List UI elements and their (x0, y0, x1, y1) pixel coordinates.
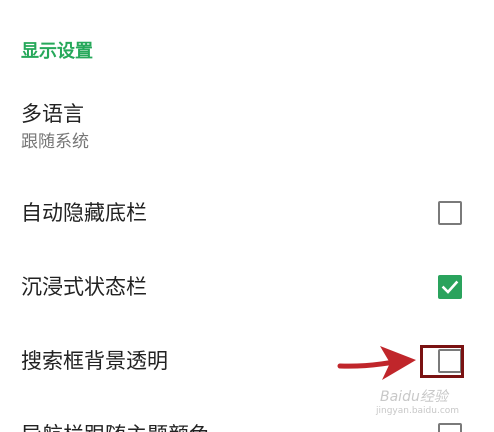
checkmark-icon (441, 280, 459, 294)
baidu-watermark: Baidu经验 jingyan.baidu.com (372, 388, 472, 418)
setting-immersive-status-bar-label: 沉浸式状态栏 (21, 275, 147, 299)
auto-hide-bottom-bar-checkbox[interactable] (438, 201, 462, 225)
setting-nav-bar-theme-color-label: 导航栏跟随主题颜色 (21, 420, 210, 432)
setting-language-title: 多语言 (21, 102, 84, 126)
watermark-brand: Baidu经验 (380, 389, 448, 405)
setting-search-box-transparent-label: 搜索框背景透明 (21, 349, 168, 373)
section-header-display-settings: 显示设置 (21, 41, 93, 62)
setting-auto-hide-bottom-bar-label: 自动隐藏底栏 (21, 201, 147, 225)
immersive-status-bar-checkbox[interactable] (438, 275, 462, 299)
annotation-highlight-box (420, 345, 464, 378)
setting-language-subtitle: 跟随系统 (21, 132, 89, 152)
settings-screen: 显示设置 多语言 跟随系统 自动隐藏底栏 沉浸式状态栏 搜索框背景透明 导航栏跟… (0, 0, 494, 432)
watermark-url: jingyan.baidu.com (376, 406, 460, 416)
nav-bar-theme-color-checkbox[interactable] (438, 423, 462, 432)
annotation-arrow-icon (337, 346, 416, 380)
